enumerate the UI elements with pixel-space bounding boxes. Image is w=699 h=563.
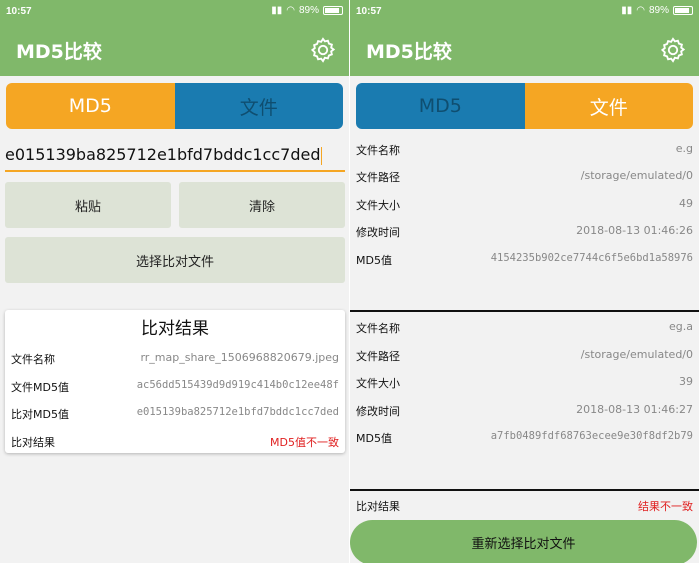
text-caret xyxy=(321,146,323,165)
file-mode-screen: 10:57 ▮▮ ◠ 89% MD5比较 MD5 文件 文件名称 e.g 文件路… xyxy=(350,0,699,563)
status-bar: 10:57 ▮▮ ◠ 89% xyxy=(0,0,349,24)
md5-input-value: e015139ba825712e1bfd7bddc1cc7ded xyxy=(5,145,321,164)
row-label: 文件名称 xyxy=(356,144,400,157)
wifi-icon: ◠ xyxy=(286,5,295,16)
md5-input[interactable]: e015139ba825712e1bfd7bddc1cc7ded xyxy=(5,142,345,172)
file1-mtime-row: 修改时间 2018-08-13 01:46:26 xyxy=(350,222,699,242)
battery-icon xyxy=(673,6,693,15)
row-label: MD5值 xyxy=(356,432,392,445)
result-row-value: e015139ba825712e1bfd7bddc1cc7ded xyxy=(136,406,339,418)
result-card: 比对结果 文件名称 rr_map_share_1506968820679.jpe… xyxy=(5,310,345,453)
result-row-label: 比对MD5值 xyxy=(11,408,69,421)
file2-name-row: 文件名称 eg.a xyxy=(350,318,699,338)
row-value: 39 xyxy=(679,375,693,388)
result-row: 文件名称 rr_map_share_1506968820679.jpeg xyxy=(5,348,345,368)
app-title: MD5比较 xyxy=(366,41,452,63)
row-value: 49 xyxy=(679,197,693,210)
row-label: 文件名称 xyxy=(356,322,400,335)
row-label: 文件大小 xyxy=(356,377,400,390)
battery-percent: 89% xyxy=(298,5,319,16)
compare-result-row: 比对结果 结果不一致 xyxy=(350,496,699,516)
row-value: 2018-08-13 01:46:26 xyxy=(576,224,693,237)
tab-file[interactable]: 文件 xyxy=(524,83,693,129)
tab-md5[interactable]: MD5 xyxy=(356,83,525,129)
file2-md5-row: MD5值 a7fb0489fdf68763ecee9e30f8df2b79 xyxy=(350,428,699,448)
result-row: 比对MD5值 e015139ba825712e1bfd7bddc1cc7ded xyxy=(5,403,345,423)
wifi-icon: ◠ xyxy=(636,5,645,16)
status-bar: 10:57 ▮▮ ◠ 89% xyxy=(350,0,699,24)
tab-md5[interactable]: MD5 xyxy=(6,83,175,129)
mode-tabs: MD5 文件 xyxy=(6,83,343,129)
result-row-value: rr_map_share_1506968820679.jpeg xyxy=(140,351,339,364)
row-value: 2018-08-13 01:46:27 xyxy=(576,403,693,416)
row-value: a7fb0489fdf68763ecee9e30f8df2b79 xyxy=(490,430,693,442)
row-label: 比对结果 xyxy=(356,500,400,513)
divider xyxy=(350,489,699,491)
compare-status: 结果不一致 xyxy=(638,500,693,513)
tab-file[interactable]: 文件 xyxy=(174,83,343,129)
clear-button[interactable]: 清除 xyxy=(179,182,345,228)
status-time: 10:57 xyxy=(356,6,382,17)
file1-path-row: 文件路径 /storage/emulated/0 xyxy=(350,167,699,187)
row-label: 修改时间 xyxy=(356,405,400,418)
row-label: MD5值 xyxy=(356,254,392,267)
result-status: MD5值不一致 xyxy=(270,436,339,449)
battery-icon xyxy=(323,6,343,15)
app-bar: MD5比较 xyxy=(350,24,699,76)
file2-mtime-row: 修改时间 2018-08-13 01:46:27 xyxy=(350,401,699,421)
row-value: e.g xyxy=(675,142,693,155)
result-title: 比对结果 xyxy=(141,319,209,339)
row-value: eg.a xyxy=(669,320,693,333)
result-row: 比对结果 MD5值不一致 xyxy=(5,431,345,451)
md5-mode-screen: 10:57 ▮▮ ◠ 89% MD5比较 MD5 文件 e015139ba825… xyxy=(0,0,349,563)
signal-icon: ▮▮ xyxy=(271,5,283,16)
status-icons: ▮▮ ◠ 89% xyxy=(621,5,693,16)
row-label: 文件路径 xyxy=(356,171,400,184)
divider xyxy=(350,310,699,312)
result-row-label: 文件MD5值 xyxy=(11,381,69,394)
result-row-label: 文件名称 xyxy=(11,353,55,366)
result-row-value: ac56dd515439d9d919c414b0c12ee48f xyxy=(136,379,339,391)
status-time: 10:57 xyxy=(6,6,32,17)
gear-icon[interactable] xyxy=(309,36,337,64)
file1-name-row: 文件名称 e.g xyxy=(350,140,699,160)
row-label: 文件路径 xyxy=(356,350,400,363)
app-bar: MD5比较 xyxy=(0,24,349,76)
file1-md5-row: MD5值 4154235b902ce7744c6f5e6bd1a58976 xyxy=(350,250,699,270)
signal-icon: ▮▮ xyxy=(621,5,633,16)
gear-icon[interactable] xyxy=(659,36,687,64)
row-label: 文件大小 xyxy=(356,199,400,212)
app-title: MD5比较 xyxy=(16,41,102,63)
row-label: 修改时间 xyxy=(356,226,400,239)
status-icons: ▮▮ ◠ 89% xyxy=(271,5,343,16)
row-value: 4154235b902ce7744c6f5e6bd1a58976 xyxy=(490,252,693,264)
file2-path-row: 文件路径 /storage/emulated/0 xyxy=(350,346,699,366)
choose-file-button[interactable]: 选择比对文件 xyxy=(5,237,345,283)
mode-tabs: MD5 文件 xyxy=(356,83,693,129)
result-row-label: 比对结果 xyxy=(11,436,55,449)
file2-size-row: 文件大小 39 xyxy=(350,373,699,393)
row-value: /storage/emulated/0 xyxy=(580,348,693,361)
battery-percent: 89% xyxy=(648,5,669,16)
reselect-files-button[interactable]: 重新选择比对文件 xyxy=(350,520,697,563)
paste-button[interactable]: 粘贴 xyxy=(5,182,171,228)
row-value: /storage/emulated/0 xyxy=(580,169,693,182)
file1-size-row: 文件大小 49 xyxy=(350,195,699,215)
result-row: 文件MD5值 ac56dd515439d9d919c414b0c12ee48f xyxy=(5,376,345,396)
